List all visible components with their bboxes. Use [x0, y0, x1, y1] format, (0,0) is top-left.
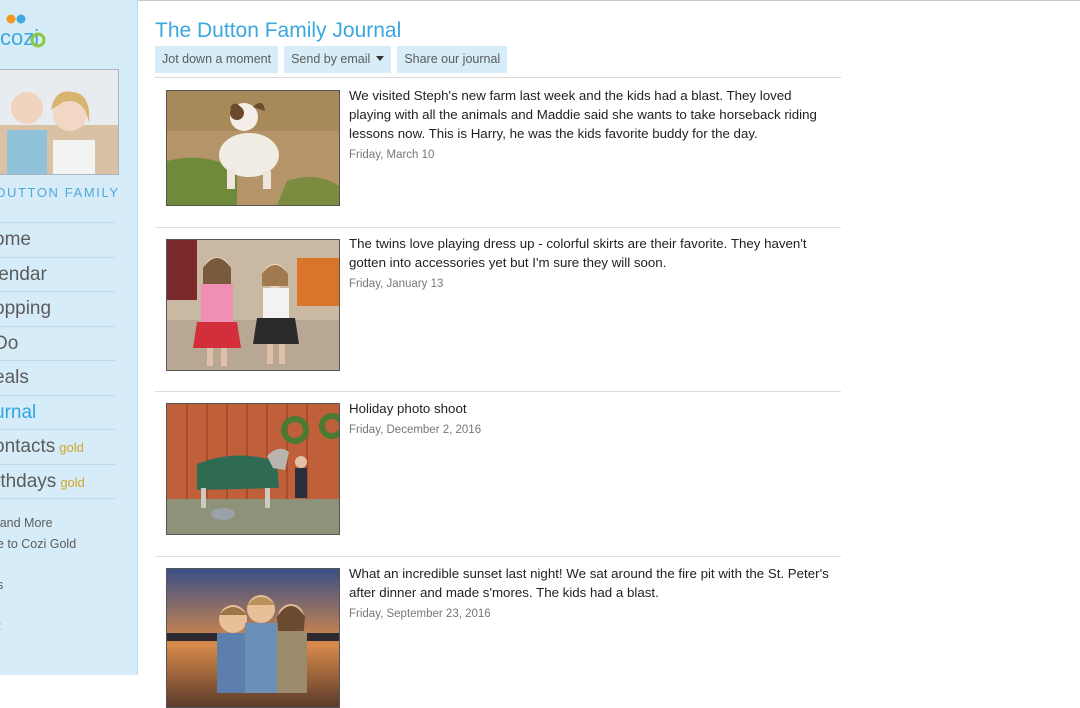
sidebar-item-label: opping [0, 298, 52, 319]
entry-photo-holiday[interactable] [166, 403, 340, 535]
sidebar-link-upgrade[interactable]: de to Cozi Gold [0, 534, 76, 555]
sidebar-item-label: eals [0, 367, 29, 388]
cozi-logo[interactable]: cozi [0, 12, 54, 52]
sidebar-item-shopping[interactable]: opping [0, 291, 116, 326]
entry-text-block: What an incredible sunset last night! We… [349, 564, 829, 624]
entry-text-block: We visited Steph's new farm last week an… [349, 86, 829, 165]
journal-toolbar: Jot down a moment Send by email Share ou… [155, 46, 508, 73]
send-by-email-button[interactable]: Send by email [284, 46, 392, 73]
entry-text-block: Holiday photo shoot Friday, December 2, … [349, 399, 829, 440]
entry-text: What an incredible sunset last night! We… [349, 566, 829, 600]
entry-date: Friday, January 13 [349, 278, 444, 290]
sidebar-item-meals[interactable]: eals [0, 360, 116, 395]
gold-badge: gold [60, 474, 85, 490]
sidebar-link-apps[interactable]: s and More [0, 513, 76, 534]
entry-text: The twins love playing dress up - colorf… [349, 236, 807, 270]
sidebar-nav: ome lendar opping Do eals urnal ontactsg… [0, 222, 116, 499]
sidebar-item-todo[interactable]: Do [0, 325, 116, 361]
sidebar-item-journal[interactable]: urnal [0, 394, 116, 430]
sidebar-link-store[interactable]: e [0, 554, 76, 575]
send-by-email-label: Send by email [291, 52, 371, 66]
entry-date: Friday, December 2, 2016 [349, 424, 482, 436]
journal-entry: Holiday photo shoot Friday, December 2, … [155, 392, 841, 557]
family-photo[interactable] [0, 69, 119, 175]
share-journal-button[interactable]: Share our journal [397, 46, 508, 73]
journal-entries: We visited Steph's new farm last week an… [155, 77, 841, 708]
top-border [0, 0, 1080, 1]
sidebar: cozi DUTTON FAMILY ome lendar opping Do … [0, 0, 138, 675]
jot-moment-button[interactable]: Jot down a moment [155, 46, 279, 73]
journal-entry: The twins love playing dress up - colorf… [155, 228, 841, 392]
sidebar-item-birthdays[interactable]: rthdays gold [0, 463, 116, 499]
gold-badge: gold [59, 440, 84, 455]
entry-photo-sunset[interactable] [166, 568, 340, 708]
sidebar-item-label: ontacts [0, 436, 56, 457]
sidebar-link-signout[interactable]: ut [0, 616, 76, 637]
chevron-down-icon [376, 56, 385, 61]
journal-entry: We visited Steph's new farm last week an… [155, 78, 841, 228]
sidebar-item-calendar[interactable]: lendar [0, 256, 116, 292]
entry-date: Friday, September 23, 2016 [349, 608, 491, 620]
entry-text-block: The twins love playing dress up - colorf… [349, 234, 829, 294]
sidebar-item-home[interactable]: ome [0, 222, 116, 257]
sidebar-item-label: ome [0, 229, 31, 250]
entry-text: Holiday photo shoot [349, 401, 467, 416]
sidebar-link-help[interactable] [0, 595, 76, 616]
sidebar-item-label: lendar [0, 263, 47, 285]
page-title: The Dutton Family Journal [155, 19, 402, 42]
sidebar-link-settings[interactable]: gs [0, 575, 76, 596]
sidebar-item-label: Do [0, 332, 19, 354]
sidebar-item-label: urnal [0, 401, 37, 423]
sidebar-item-contacts[interactable]: ontacts gold [0, 429, 116, 464]
sidebar-item-label: rthdays [0, 470, 57, 492]
family-name: DUTTON FAMILY [0, 185, 120, 200]
entry-photo-dog[interactable] [166, 90, 340, 206]
journal-entry: What an incredible sunset last night! We… [155, 557, 841, 708]
entry-date: Friday, March 10 [349, 149, 435, 161]
entry-photo-twins[interactable] [166, 239, 340, 371]
entry-text: We visited Steph's new farm last week an… [349, 88, 817, 141]
sidebar-links: s and More de to Cozi Gold e gs ut [0, 513, 76, 636]
